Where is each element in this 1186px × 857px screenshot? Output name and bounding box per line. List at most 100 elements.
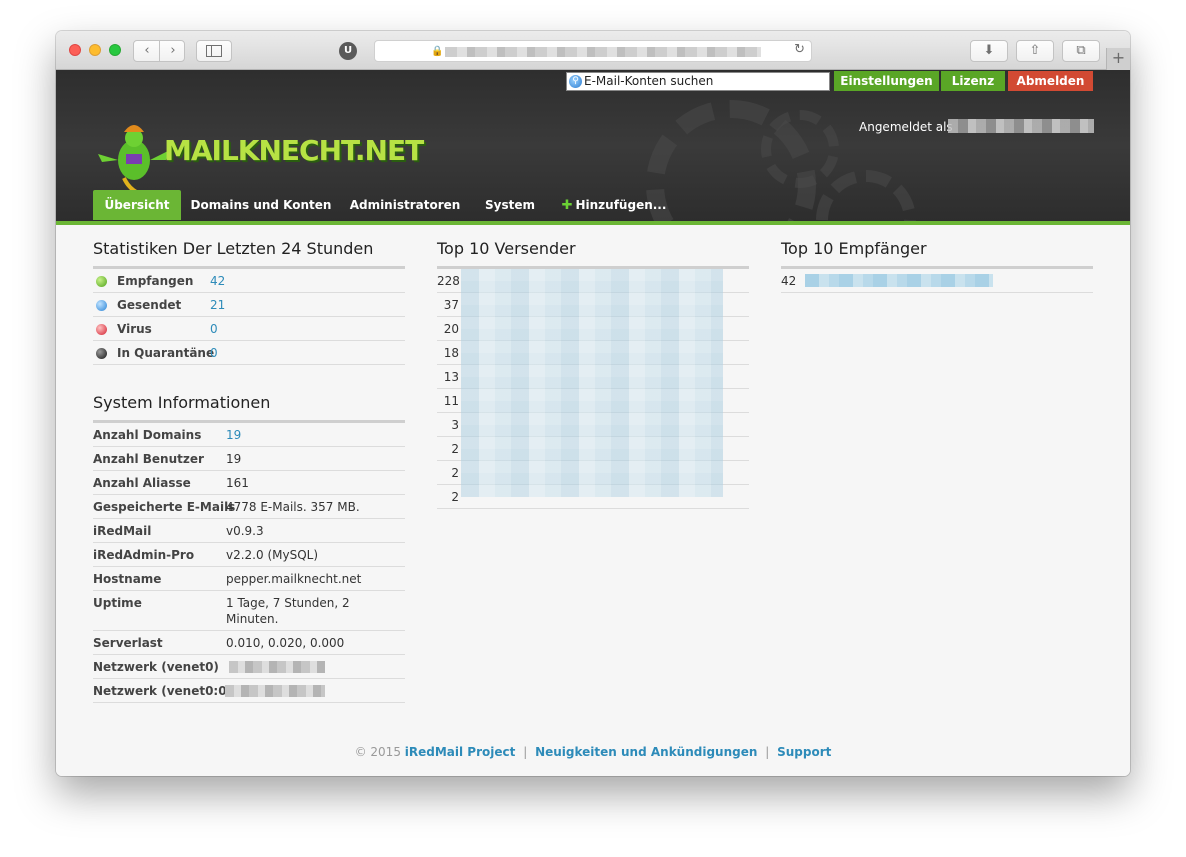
stats-row-received: Empfangen 42 bbox=[93, 269, 405, 293]
news-link[interactable]: Neuigkeiten und Ankündigungen bbox=[535, 745, 757, 759]
sender-count: 18 bbox=[443, 346, 459, 360]
stats-row-quarantine: In Quarantäne 0 bbox=[93, 341, 405, 365]
browser-window: ‹ › U 🔒 ↻ ⬇ ⇧ ⧉ + ⚲ E-Mail-Konten suchen bbox=[56, 31, 1130, 776]
support-link[interactable]: Support bbox=[777, 745, 831, 759]
sender-count: 2 bbox=[451, 466, 459, 480]
reload-icon[interactable]: ↻ bbox=[794, 42, 805, 57]
info-row: Anzahl Aliasse 161 bbox=[93, 471, 405, 495]
stats-table: Empfangen 42 Gesendet 21 Virus 0 In Quar… bbox=[93, 269, 405, 365]
forward-button[interactable]: › bbox=[160, 41, 186, 61]
downloads-button[interactable]: ⬇ bbox=[970, 40, 1008, 62]
project-link[interactable]: iRedMail Project bbox=[405, 745, 516, 759]
sender-count: 2 bbox=[451, 490, 459, 504]
info-label: iRedAdmin-Pro bbox=[93, 548, 195, 562]
account-search-input[interactable]: ⚲ E-Mail-Konten suchen bbox=[566, 72, 830, 91]
sender-count: 228 bbox=[437, 274, 460, 288]
sender-count: 3 bbox=[451, 418, 459, 432]
gear-decoration-icon bbox=[761, 110, 839, 188]
info-label: Uptime bbox=[93, 596, 142, 610]
info-value: 19 bbox=[226, 452, 242, 466]
lock-icon: 🔒 bbox=[431, 46, 444, 57]
info-value-link[interactable]: 19 bbox=[226, 423, 241, 447]
license-button[interactable]: Lizenz bbox=[941, 71, 1005, 91]
share-button[interactable]: ⇧ bbox=[1016, 40, 1054, 62]
info-row: iRedMail v0.9.3 bbox=[93, 519, 405, 543]
sender-count: 37 bbox=[443, 298, 459, 312]
info-row: Hostname pepper.mailknecht.net bbox=[93, 567, 405, 591]
info-value: v0.9.3 bbox=[226, 524, 264, 538]
logo-wordmark: MAILKNECHT.NET bbox=[164, 134, 424, 167]
info-label: Anzahl Aliasse bbox=[93, 476, 191, 490]
top-recipients-column: Top 10 Empfänger 42 bbox=[781, 225, 1093, 293]
sender-count: 13 bbox=[443, 370, 459, 384]
top-senders-list: 228 37 20 18 13 11 3 2 2 2 bbox=[437, 269, 749, 509]
logged-in-user-redacted bbox=[948, 119, 1094, 133]
top-recipients-title: Top 10 Empfänger bbox=[781, 225, 1093, 269]
green-dot-icon bbox=[96, 276, 107, 287]
info-row: Anzahl Benutzer 19 bbox=[93, 447, 405, 471]
sender-count: 20 bbox=[443, 322, 459, 336]
nav-system[interactable]: System bbox=[477, 190, 543, 220]
new-tab-button[interactable]: + bbox=[1106, 48, 1130, 70]
nav-domains-accounts[interactable]: Domains und Konten bbox=[189, 190, 333, 220]
info-label: Gespeicherte E-Mails bbox=[93, 500, 236, 514]
info-value: pepper.mailknecht.net bbox=[226, 572, 362, 586]
stats-row-sent: Gesendet 21 bbox=[93, 293, 405, 317]
zoom-window-button[interactable] bbox=[109, 44, 121, 56]
sidebar-icon bbox=[206, 45, 222, 57]
info-label: Netzwerk (venet0:0) bbox=[93, 684, 233, 698]
tab-overview-button[interactable]: ⧉ bbox=[1062, 40, 1100, 62]
sender-count: 11 bbox=[443, 394, 459, 408]
url-text-redacted bbox=[445, 47, 761, 57]
top-senders-title: Top 10 Versender bbox=[437, 225, 749, 269]
system-info-table: Anzahl Domains 19 Anzahl Benutzer 19 Anz… bbox=[93, 423, 405, 703]
extension-badge-icon[interactable]: U bbox=[339, 42, 357, 60]
settings-button[interactable]: Einstellungen bbox=[834, 71, 939, 91]
system-info-title: System Informationen bbox=[93, 379, 405, 423]
info-label: Anzahl Domains bbox=[93, 428, 202, 442]
site-logo[interactable]: MAILKNECHT.NET bbox=[94, 120, 424, 200]
minimize-window-button[interactable] bbox=[89, 44, 101, 56]
black-dot-icon bbox=[96, 348, 107, 359]
nav-administrators[interactable]: Administratoren bbox=[345, 190, 465, 220]
main-content: Statistiken Der Letzten 24 Stunden Empfa… bbox=[56, 225, 1130, 776]
stat-value-link[interactable]: 0 bbox=[210, 317, 218, 341]
recipient-count: 42 bbox=[781, 274, 797, 288]
info-row: Serverlast 0.010, 0.020, 0.000 bbox=[93, 631, 405, 655]
search-placeholder: E-Mail-Konten suchen bbox=[584, 74, 714, 88]
info-value: 0.010, 0.020, 0.000 bbox=[226, 636, 345, 650]
sidebar-toggle-button[interactable] bbox=[196, 40, 232, 62]
gear-decoration-icon bbox=[816, 170, 916, 221]
recipient-address-redacted bbox=[805, 274, 993, 287]
stats-row-virus: Virus 0 bbox=[93, 317, 405, 341]
stat-label: In Quarantäne bbox=[117, 346, 215, 360]
info-row: Anzahl Domains 19 bbox=[93, 423, 405, 447]
back-button[interactable]: ‹ bbox=[134, 41, 160, 61]
stat-value-link[interactable]: 21 bbox=[210, 293, 225, 317]
nav-overview[interactable]: Übersicht bbox=[93, 190, 181, 220]
red-dot-icon bbox=[96, 324, 107, 335]
stat-label: Empfangen bbox=[117, 274, 194, 288]
info-row: Gespeicherte E-Mails 4778 E-Mails. 357 M… bbox=[93, 495, 405, 519]
stat-value-link[interactable]: 42 bbox=[210, 269, 225, 293]
footer-separator: | bbox=[765, 745, 770, 759]
stat-label: Gesendet bbox=[117, 298, 182, 312]
address-bar[interactable]: 🔒 ↻ bbox=[374, 40, 812, 62]
info-value: v2.2.0 (MySQL) bbox=[226, 548, 319, 562]
nav-add[interactable]: ✚ Hinzufügen... bbox=[555, 190, 673, 220]
logged-in-label: Angemeldet als bbox=[859, 120, 953, 134]
sender-count: 2 bbox=[451, 442, 459, 456]
stat-value-link[interactable]: 0 bbox=[210, 341, 218, 365]
top-senders-column: Top 10 Versender 228 37 20 18 13 11 3 2 … bbox=[437, 225, 749, 509]
close-window-button[interactable] bbox=[69, 44, 81, 56]
top-recipients-list: 42 bbox=[781, 269, 1093, 293]
sender-addresses-redacted bbox=[461, 269, 723, 497]
info-value: 161 bbox=[226, 476, 249, 490]
network-value-redacted bbox=[229, 661, 325, 673]
network-value-redacted bbox=[225, 685, 325, 697]
info-row: Uptime 1 Tage, 7 Stunden, 2 Minuten. bbox=[93, 591, 405, 631]
footer-separator: | bbox=[523, 745, 528, 759]
info-label: iRedMail bbox=[93, 524, 152, 538]
logout-button[interactable]: Abmelden bbox=[1008, 71, 1093, 91]
back-forward-buttons: ‹ › bbox=[133, 40, 185, 62]
